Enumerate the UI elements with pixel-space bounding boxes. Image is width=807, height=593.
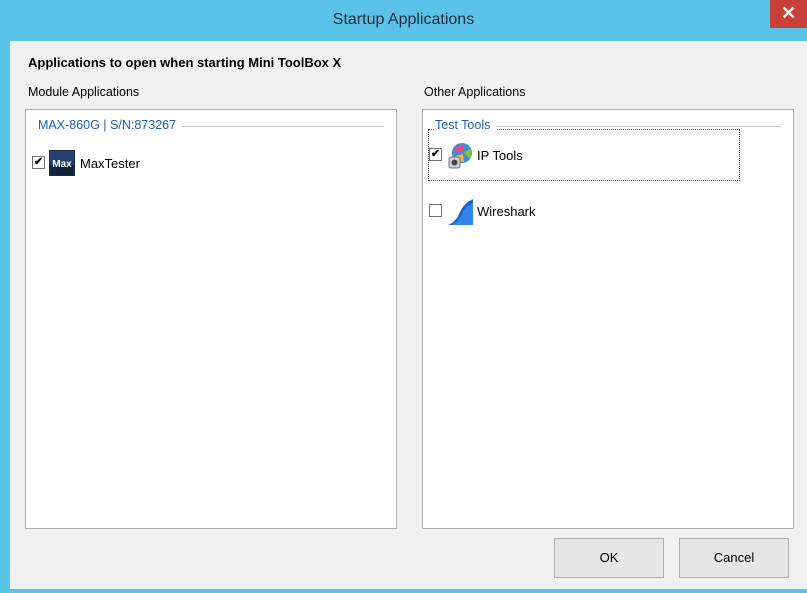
close-icon: ✕ (780, 3, 797, 23)
cancel-button[interactable]: Cancel (679, 538, 789, 578)
module-group-title: MAX-860G | S/N:873267 (38, 118, 183, 132)
window-title: Startup Applications (332, 11, 475, 28)
ip-tools-checkbox[interactable]: ✔ (429, 148, 442, 161)
module-group-header: MAX-860G | S/N:873267 (38, 118, 384, 136)
module-applications-panel: MAX-860G | S/N:873267 ✔ Max MaxTester (25, 109, 397, 529)
title-bar[interactable]: Startup Applications ✕ (0, 0, 807, 41)
module-applications-label: Module Applications (28, 85, 140, 99)
test-tools-group-title: Test Tools (435, 118, 497, 132)
maxtester-item[interactable]: ✔ Max MaxTester (32, 150, 232, 178)
dialog-heading: Applications to open when starting Mini … (28, 55, 342, 70)
wireshark-label: Wireshark (477, 204, 536, 219)
other-applications-panel: Test Tools ✔ IP Tools Wireshark (422, 109, 794, 529)
checkmark-icon: ✔ (430, 148, 441, 160)
maxtester-label: MaxTester (80, 156, 140, 171)
wireshark-item[interactable]: Wireshark (429, 198, 679, 226)
ok-button[interactable]: OK (554, 538, 664, 578)
dialog-content: Applications to open when starting Mini … (10, 41, 807, 589)
maxtester-icon-text: Max (52, 159, 72, 170)
maxtester-icon: Max (49, 150, 75, 176)
ip-tools-item[interactable]: ✔ IP Tools (429, 142, 679, 170)
close-button[interactable]: ✕ (770, 0, 807, 28)
wireshark-icon (446, 198, 473, 225)
startup-applications-window: Startup Applications ✕ Applications to o… (0, 0, 807, 593)
ip-tools-icon (446, 142, 472, 169)
other-applications-label: Other Applications (424, 85, 526, 99)
wireshark-checkbox[interactable] (429, 204, 442, 217)
checkmark-icon: ✔ (33, 156, 44, 168)
ip-tools-label: IP Tools (477, 148, 523, 163)
maxtester-checkbox[interactable]: ✔ (32, 156, 45, 169)
